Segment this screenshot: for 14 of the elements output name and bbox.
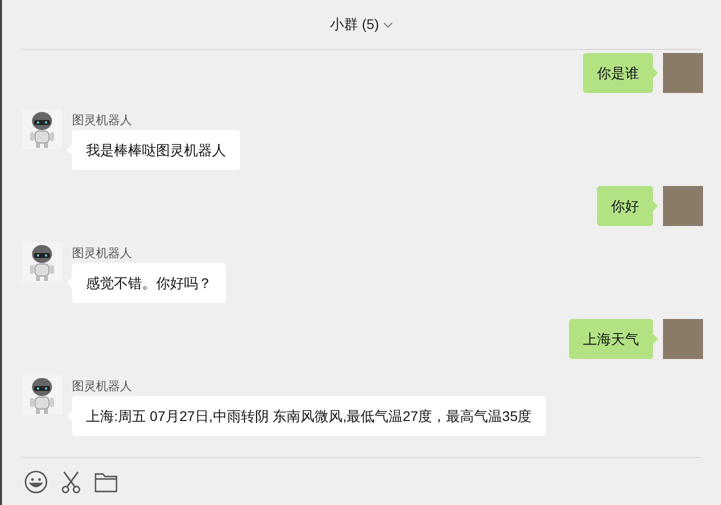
sender-name: 图灵机器人 — [72, 112, 132, 129]
photo-placeholder — [663, 186, 703, 226]
chevron-down-icon — [383, 22, 393, 28]
photo-placeholder — [663, 319, 703, 359]
sender-name: 图灵机器人 — [72, 245, 132, 262]
bubble-tail — [653, 201, 658, 211]
folder-icon[interactable] — [94, 470, 118, 492]
sender-name: 图灵机器人 — [72, 378, 132, 395]
scissors-icon[interactable] — [60, 470, 82, 494]
bubble-tail — [653, 334, 658, 344]
photo-placeholder — [663, 53, 703, 93]
emoji-icon[interactable] — [24, 470, 48, 494]
bubble-tail — [653, 68, 658, 78]
chat-title[interactable]: 小群 (5) — [330, 14, 393, 35]
